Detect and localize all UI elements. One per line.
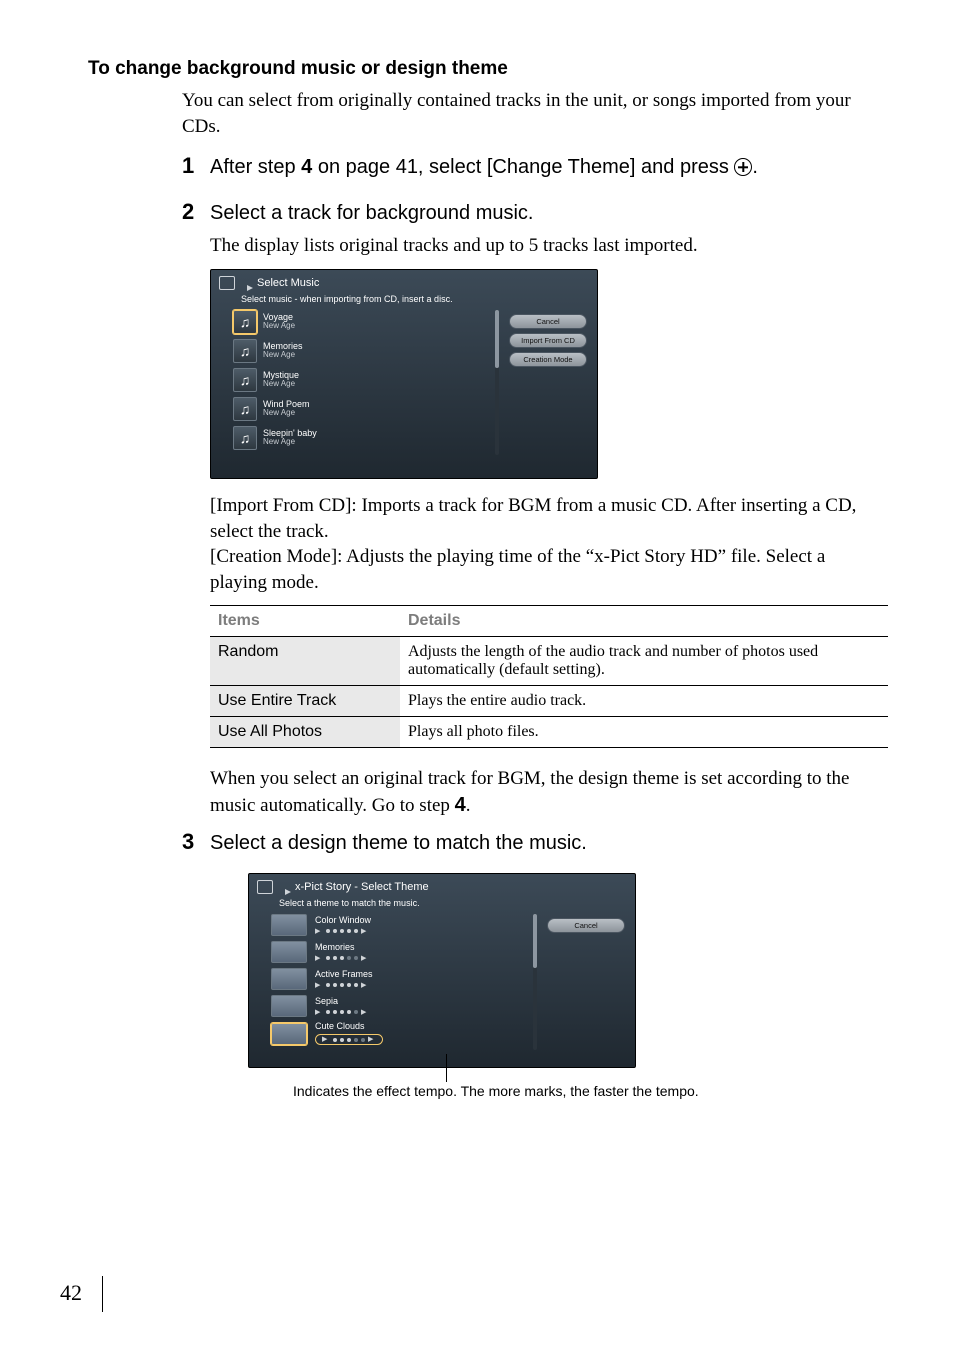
track-artist: New Age [263, 409, 310, 418]
osd-subtitle: Select a theme to match the music. [279, 898, 420, 908]
osd-subtitle: Select music - when importing from CD, i… [211, 294, 597, 310]
list-item[interactable]: ♫ Mystique New Age [233, 368, 481, 392]
after-table-ref: 4 [455, 794, 466, 816]
leader-line [446, 1054, 447, 1082]
list-item[interactable]: Cute Clouds ▶▶ [271, 1022, 519, 1045]
music-note-icon: ♫ [233, 368, 257, 392]
theme-title: Memories [315, 943, 369, 953]
scrollbar[interactable] [495, 310, 499, 455]
item-label: Use Entire Track [210, 686, 400, 717]
caption-text: Indicates the effect tempo. The more mar… [293, 1083, 699, 1099]
item-detail: Adjusts the length of the audio track an… [400, 637, 888, 686]
music-note-icon: ♫ [233, 339, 257, 363]
after-table-post: . [466, 795, 471, 816]
photo-icon [257, 880, 273, 894]
osd-select-theme: x-Pict Story - Select Theme Select a the… [248, 873, 636, 1068]
step1-mid: on page 41, select [Change Theme] and pr… [312, 156, 734, 178]
theme-thumbnail [271, 968, 307, 990]
list-item[interactable]: Active Frames ▶▶ [271, 968, 519, 990]
page-rule [102, 1276, 103, 1312]
table-head-details: Details [400, 606, 888, 637]
table-row: Use Entire Track Plays the entire audio … [210, 686, 888, 717]
enter-icon [734, 158, 752, 176]
arrow-icon [279, 882, 289, 892]
music-note-icon: ♫ [233, 426, 257, 450]
theme-thumbnail [271, 1023, 307, 1045]
section-heading: To change background music or design the… [88, 58, 884, 80]
tempo-caption: Indicates the effect tempo. The more mar… [293, 1082, 884, 1100]
theme-title: Active Frames [315, 970, 373, 980]
item-label: Use All Photos [210, 717, 400, 748]
step-instruction: Select a track for background music. [210, 200, 533, 227]
list-item[interactable]: ♫ Sleepin' baby New Age [233, 426, 481, 450]
list-item[interactable]: ♫ Memories New Age [233, 339, 481, 363]
osd-explanation: [Import From CD]: Imports a track for BG… [210, 493, 884, 596]
step2-sub: The display lists original tracks and up… [210, 233, 884, 259]
item-label: Random [210, 637, 400, 686]
step-number: 1 [182, 153, 210, 179]
osd-title: x-Pict Story - Select Theme [295, 881, 429, 893]
creation-mode-table: Items Details Random Adjusts the length … [210, 605, 888, 748]
osd-select-music: Select Music Select music - when importi… [210, 269, 598, 479]
step1-ref-number: 4 [301, 156, 312, 178]
theme-thumbnail [271, 941, 307, 963]
tempo-indicator: ▶▶ [315, 982, 373, 989]
intro-paragraph: You can select from originally contained… [182, 88, 884, 139]
list-item[interactable]: Memories ▶▶ [271, 941, 519, 963]
arrow-icon [241, 278, 251, 288]
cancel-button[interactable]: Cancel [509, 314, 587, 329]
tempo-indicator: ▶▶ [315, 955, 369, 962]
step-2: 2 Select a track for background music. [182, 199, 884, 227]
list-item[interactable]: Sepia ▶▶ [271, 995, 519, 1017]
import-from-cd-button[interactable]: Import From CD [509, 333, 587, 348]
after-table-pre: When you select an original track for BG… [210, 768, 849, 816]
music-note-icon: ♫ [233, 397, 257, 421]
osd-header: Select Music [211, 270, 597, 294]
tempo-indicator: ▶▶ [315, 928, 371, 935]
theme-title: Color Window [315, 916, 371, 926]
step-1: 1 After step 4 on page 41, select [Chang… [182, 153, 884, 181]
step-number: 2 [182, 199, 210, 225]
table-row: Random Adjusts the length of the audio t… [210, 637, 888, 686]
step1-pre: After step [210, 156, 301, 178]
creation-mode-button[interactable]: Creation Mode [509, 352, 587, 367]
item-detail: Plays all photo files. [400, 717, 888, 748]
list-item[interactable]: Color Window ▶▶ [271, 914, 519, 936]
after-table-para: When you select an original track for BG… [210, 766, 884, 819]
track-artist: New Age [263, 380, 299, 389]
tempo-indicator: ▶▶ [315, 1009, 369, 1016]
osd-header: x-Pict Story - Select Theme [249, 874, 635, 898]
osd-title: Select Music [257, 277, 319, 289]
step-3: 3 Select a design theme to match the mus… [182, 829, 884, 857]
table-head-items: Items [210, 606, 400, 637]
theme-thumbnail [271, 995, 307, 1017]
music-list[interactable]: ♫ Voyage New Age ♫ Memories New Age ♫ My… [233, 310, 481, 455]
theme-list[interactable]: Color Window ▶▶ Memories ▶▶ Active Frame… [271, 914, 519, 1050]
step-instruction: Select a design theme to match the music… [210, 830, 587, 857]
step-instruction: After step 4 on page 41, select [Change … [210, 154, 758, 181]
step-number: 3 [182, 829, 210, 855]
page-number: 42 [60, 1280, 82, 1306]
tempo-indicator: ▶▶ [315, 1034, 383, 1045]
track-artist: New Age [263, 438, 317, 447]
list-item[interactable]: ♫ Wind Poem New Age [233, 397, 481, 421]
track-artist: New Age [263, 351, 303, 360]
music-note-icon: ♫ [233, 310, 257, 334]
track-artist: New Age [263, 322, 295, 331]
cancel-button[interactable]: Cancel [547, 918, 625, 933]
scrollbar[interactable] [533, 914, 537, 1050]
theme-title: Cute Clouds [315, 1022, 383, 1032]
photo-icon [219, 276, 235, 290]
theme-title: Sepia [315, 997, 369, 1007]
step1-post: . [752, 156, 758, 178]
theme-thumbnail [271, 914, 307, 936]
table-row: Use All Photos Plays all photo files. [210, 717, 888, 748]
item-detail: Plays the entire audio track. [400, 686, 888, 717]
list-item[interactable]: ♫ Voyage New Age [233, 310, 481, 334]
